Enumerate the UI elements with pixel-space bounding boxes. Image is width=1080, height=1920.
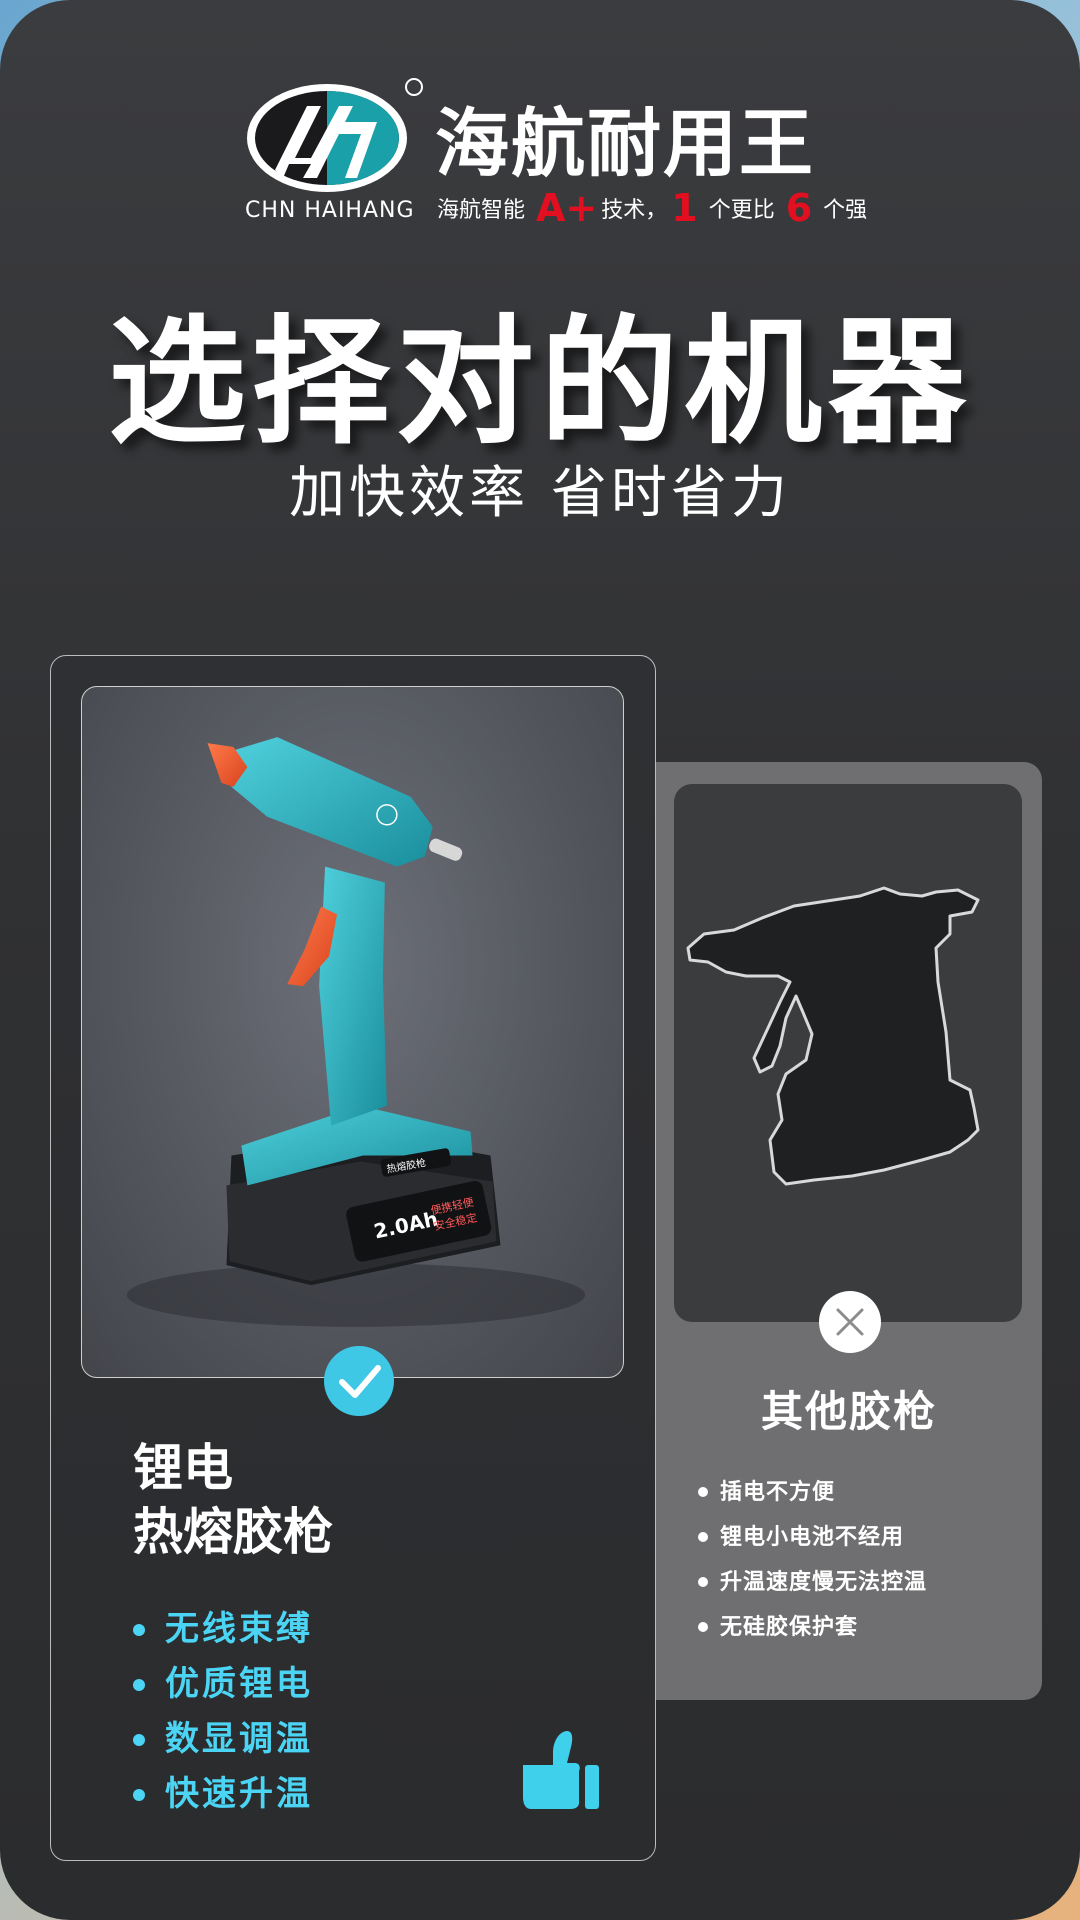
check-icon (324, 1346, 394, 1416)
product-title-line: 热熔胶枪 (133, 1503, 333, 1561)
glue-gun-product-image: 2.0Ah 便携轻便 安全稳定 热熔胶枪 (81, 686, 624, 1378)
brand-name: 海航耐用王 (435, 101, 815, 187)
list-item: 快速升温 (133, 1767, 313, 1822)
registered-mark-icon (405, 78, 423, 96)
competitor-silhouette-image (674, 784, 1022, 1322)
close-icon (819, 1291, 881, 1353)
product-card: 2.0Ah 便携轻便 安全稳定 热熔胶枪 锂电 热熔胶枪 无线束缚 优质锂电 数… (50, 655, 656, 1861)
list-item: 升温速度慢无法控温 (698, 1560, 927, 1605)
competitor-card: 其他胶枪 插电不方便 锂电小电池不经用 升温速度慢无法控温 无硅胶保护套 (656, 762, 1042, 1700)
competitor-title: 其他胶枪 (760, 1387, 937, 1436)
list-item: 数显调温 (133, 1712, 313, 1767)
product-feature-list: 无线束缚 优质锂电 数显调温 快速升温 (133, 1602, 313, 1822)
list-item: 无硅胶保护套 (698, 1605, 927, 1650)
list-item: 优质锂电 (133, 1657, 313, 1712)
competitor-cons-list: 插电不方便 锂电小电池不经用 升温速度慢无法控温 无硅胶保护套 (698, 1470, 927, 1650)
brand-tagline: 海航智能 A+ 技术， 1 个更比 6 个强 (437, 186, 868, 230)
hero-title: 选择对的机器 (107, 302, 972, 463)
thumbs-up-icon (513, 1721, 609, 1817)
hero-subtitle: 加快效率 省时省力 (289, 461, 791, 526)
product-title-line: 锂电 (133, 1439, 233, 1497)
list-item: 无线束缚 (133, 1602, 313, 1657)
brand-latin-name: CHN HAIHANG (245, 198, 415, 223)
brand-logo-icon (245, 82, 413, 194)
list-item: 插电不方便 (698, 1470, 927, 1515)
brand-header: 海航耐用王 CHN HAIHANG 海航智能 A+ 技术， 1 个更比 6 个强 (245, 78, 868, 230)
list-item: 锂电小电池不经用 (698, 1515, 927, 1560)
product-title: 锂电 热熔胶枪 (133, 1436, 333, 1564)
poster-frame: 海航耐用王 CHN HAIHANG 海航智能 A+ 技术， 1 个更比 6 个强 选… (0, 0, 1080, 1920)
